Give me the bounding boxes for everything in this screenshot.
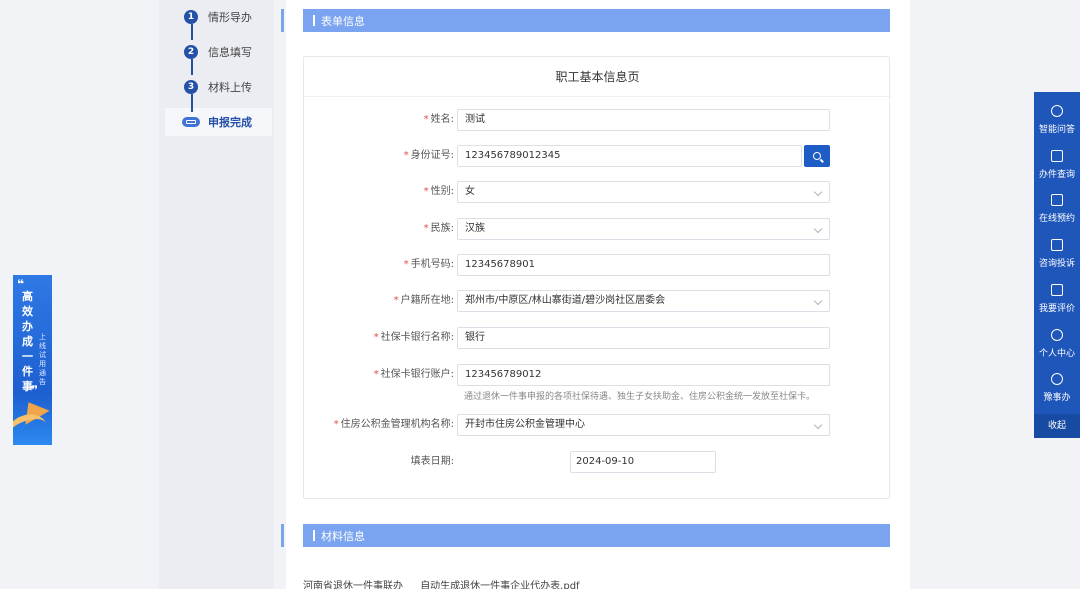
section-marker <box>281 9 284 32</box>
field-name: * 姓名: 测试 <box>304 109 891 131</box>
section-header-form: 表单信息 <box>303 9 890 32</box>
field-label: * 户籍所在地: <box>393 295 454 306</box>
field-label: * 民族: <box>423 223 454 234</box>
step-upload[interactable]: 3 材料上传 <box>159 73 274 101</box>
field-label: * 身份证号: <box>403 150 454 161</box>
quote-close-icon: ❞ <box>31 383 39 397</box>
step-number: 3 <box>184 80 198 94</box>
toolbar-label: 智能问答 <box>1038 125 1075 135</box>
ethnicity-select[interactable]: 汉族 <box>457 218 830 240</box>
step-label: 信息填写 <box>208 46 252 59</box>
step-connector <box>191 24 193 40</box>
toolbar-smart-qa[interactable]: 智能问答 <box>1034 96 1080 140</box>
step-label: 情形导办 <box>208 11 252 24</box>
field-phone: * 手机号码: 12345678901 <box>304 254 891 276</box>
id-number-input[interactable]: 123456789012345 <box>457 145 802 167</box>
field-bank-account: * 社保卡银行账户: 123456789012 通过退休一件事申报的各项社保待遇、… <box>304 364 891 402</box>
complete-step-icon <box>182 117 200 127</box>
field-household: * 户籍所在地: 郑州市/中原区/林山寨街道/碧沙岗社区居委会 <box>304 290 891 312</box>
search-icon <box>813 152 821 160</box>
step-connector <box>191 59 193 75</box>
bank-name-input[interactable]: 银行 <box>457 327 830 349</box>
toolbar-label: 个人中心 <box>1038 349 1075 359</box>
message-icon <box>1051 239 1063 251</box>
section-header-materials: 材料信息 <box>303 524 890 547</box>
toolbar-collapse-button[interactable]: 收起 <box>1034 414 1080 438</box>
field-ethnicity: * 民族: 汉族 <box>304 218 891 240</box>
fill-date-input[interactable]: 2024-09-10 <box>570 451 716 473</box>
right-toolbar: 智能问答 办件查询 在线预约 咨询投诉 我要评价 个人中心 豫事办 收起 <box>1034 92 1080 438</box>
bank-account-hint: 通过退休一件事申报的各项社保待遇、独生子女扶助金、住房公积金统一发放至社保卡。 <box>464 392 816 402</box>
page: ❝ 高效办成一件事 上线试用通告 ❞ 1 情形导办 2 信息填写 3 材料上传 … <box>0 0 1080 589</box>
document-search-icon <box>1051 150 1063 162</box>
field-label: * 社保卡银行账户: <box>373 369 454 380</box>
field-fund-center: * 住房公积金管理机构名称: 开封市住房公积金管理中心 <box>304 414 891 436</box>
edit-icon <box>1051 284 1063 296</box>
gender-select[interactable]: 女 <box>457 181 830 203</box>
banner-subline: 上线试用通告 <box>39 333 46 386</box>
field-label: * 住房公积金管理机构名称: <box>333 419 454 430</box>
toolbar-label: 在线预约 <box>1038 214 1075 224</box>
step-label: 申报完成 <box>208 116 252 129</box>
phone-input[interactable]: 12345678901 <box>457 254 830 276</box>
chat-bot-icon <box>1051 105 1063 117</box>
id-search-button[interactable] <box>804 145 830 167</box>
name-input[interactable]: 测试 <box>457 109 830 131</box>
toolbar-label: 咨询投诉 <box>1038 259 1075 269</box>
step-connector <box>191 94 193 112</box>
toolbar-label: 办件查询 <box>1038 170 1075 180</box>
banner-headline: 高效办成一件事 <box>22 290 33 393</box>
toolbar-case-query[interactable]: 办件查询 <box>1034 141 1080 185</box>
main-content: 表单信息 职工基本信息页 * 姓名: 测试 * 身份证号: 123456789012… <box>281 0 910 589</box>
household-cascader[interactable]: 郑州市/中原区/林山寨街道/碧沙岗社区居委会 <box>457 290 830 312</box>
form-card: 职工基本信息页 * 姓名: 测试 * 身份证号: 123456789012345 *… <box>303 56 891 499</box>
field-id-number: * 身份证号: 123456789012345 <box>304 145 891 167</box>
fund-center-select[interactable]: 开封市住房公积金管理中心 <box>457 414 830 436</box>
toolbar-complaint[interactable]: 咨询投诉 <box>1034 230 1080 274</box>
promo-banner[interactable]: ❝ 高效办成一件事 上线试用通告 ❞ <box>13 275 52 445</box>
toolbar-label: 豫事办 <box>1043 393 1071 403</box>
chevron-down-icon <box>813 187 823 197</box>
form-title: 职工基本信息页 <box>304 57 891 97</box>
field-label: 填表日期: <box>410 456 454 467</box>
section-marker <box>281 524 284 547</box>
chevron-down-icon <box>813 420 823 430</box>
field-fill-date: 填表日期: 2024-09-10 <box>304 451 891 473</box>
step-number: 2 <box>184 45 198 59</box>
calendar-icon <box>1051 194 1063 206</box>
toolbar-personal-center[interactable]: 个人中心 <box>1034 320 1080 364</box>
step-fill-info[interactable]: 2 信息填写 <box>159 38 274 66</box>
section-title: 表单信息 <box>321 14 365 28</box>
step-complete[interactable]: 申报完成 <box>165 108 272 136</box>
toolbar-yushiban[interactable]: 豫事办 <box>1034 364 1080 408</box>
toolbar-evaluate[interactable]: 我要评价 <box>1034 275 1080 319</box>
material-row: 河南省退休一件事联办 自动生成退休一件事企业代办表.pdf <box>303 577 594 589</box>
user-icon <box>1051 329 1063 341</box>
chevron-down-icon <box>813 296 823 306</box>
field-label: * 性别: <box>423 186 454 197</box>
toolbar-appointment[interactable]: 在线预约 <box>1034 185 1080 229</box>
bank-account-input[interactable]: 123456789012 <box>457 364 830 386</box>
section-title: 材料信息 <box>321 529 365 543</box>
field-bank-name: * 社保卡银行名称: 银行 <box>304 327 891 349</box>
step-number: 1 <box>184 10 198 24</box>
step-label: 材料上传 <box>208 81 252 94</box>
field-label: * 社保卡银行名称: <box>373 332 454 343</box>
yushiban-logo-icon <box>1051 373 1063 385</box>
field-label: * 手机号码: <box>403 259 454 270</box>
field-gender: * 性别: 女 <box>304 181 891 203</box>
step-guide[interactable]: 1 情形导办 <box>159 3 274 31</box>
chevron-down-icon <box>813 224 823 234</box>
material-file-link[interactable]: 自动生成退休一件事企业代办表.pdf <box>420 581 579 589</box>
material-category: 河南省退休一件事联办 <box>303 581 403 589</box>
field-label: * 姓名: <box>423 114 454 125</box>
step-panel: 1 情形导办 2 信息填写 3 材料上传 申报完成 <box>159 0 274 589</box>
toolbar-label: 我要评价 <box>1038 304 1075 314</box>
